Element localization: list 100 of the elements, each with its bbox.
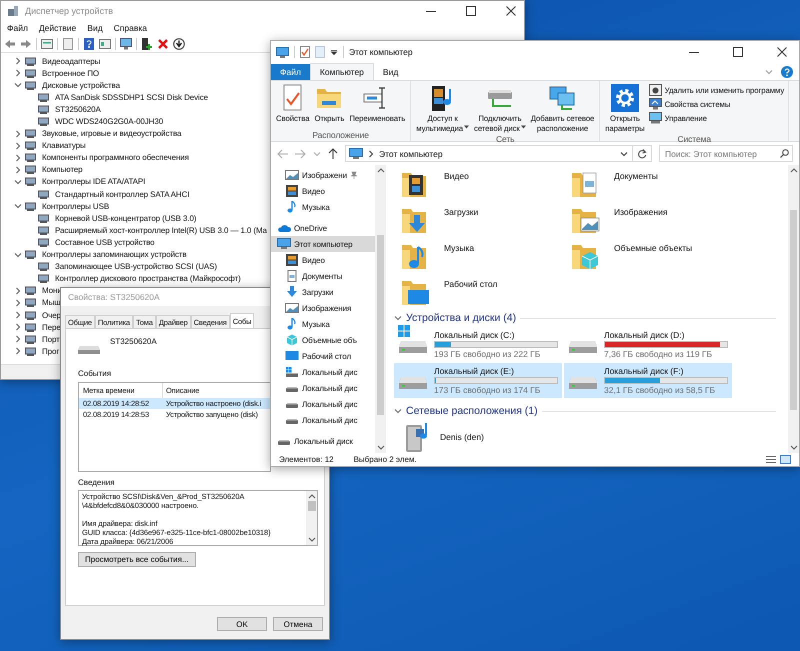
tree-item[interactable]: Контроллеры IDE ATA/ATAPI bbox=[42, 177, 146, 186]
dialog-button[interactable]: Отмена bbox=[273, 617, 323, 631]
delete-icon[interactable] bbox=[157, 38, 169, 50]
forward-arrow-icon[interactable] bbox=[20, 38, 32, 48]
collapse-ribbon-icon[interactable] bbox=[765, 68, 773, 76]
folder-item[interactable]: Видео bbox=[394, 167, 564, 203]
tree-item[interactable]: Очер bbox=[42, 310, 61, 320]
tree-chevron-icon[interactable] bbox=[14, 81, 22, 90]
folder-item[interactable]: Объемные объекты bbox=[564, 239, 734, 275]
tree-item[interactable]: WDC WDS240G2G0A-00JH30 bbox=[55, 117, 164, 126]
nav-item[interactable]: Локальный диск bbox=[271, 433, 375, 449]
scrollbar[interactable] bbox=[306, 491, 317, 545]
download-icon[interactable] bbox=[173, 38, 185, 50]
tree-item[interactable]: Клавиатуры bbox=[42, 141, 86, 150]
tree-item[interactable]: Контроллеры USB bbox=[42, 202, 110, 211]
tree-item[interactable]: Составное USB устройство bbox=[55, 238, 155, 247]
nav-item[interactable]: Объемные объ bbox=[271, 332, 375, 348]
scroll-up-icon[interactable] bbox=[790, 167, 798, 173]
nav-item[interactable]: Локальный дис bbox=[271, 412, 375, 428]
scrollbar[interactable] bbox=[375, 165, 386, 453]
tree-item[interactable]: Пере bbox=[42, 322, 61, 332]
network-location-item[interactable]: Denis (den) bbox=[394, 418, 788, 456]
tree-chevron-icon[interactable] bbox=[14, 154, 22, 162]
scroll-down-icon[interactable] bbox=[308, 537, 316, 543]
address-bar[interactable]: Этот компьютер bbox=[345, 145, 652, 162]
tree-chevron-icon[interactable] bbox=[14, 166, 22, 174]
folder-item[interactable]: Загрузки bbox=[394, 203, 564, 239]
pin-icon[interactable] bbox=[350, 171, 358, 179]
section-header[interactable]: Устройства и диски (4) bbox=[406, 312, 516, 324]
nav-item[interactable]: Изображени bbox=[271, 167, 375, 183]
tree-chevron-icon[interactable] bbox=[14, 250, 22, 259]
drive-item[interactable]: Локальный диск (D:) 7,36 ГБ свободно из 119 ГБ bbox=[564, 327, 732, 362]
view-all-events-button[interactable]: Просмотреть все события... bbox=[78, 552, 196, 567]
back-arrow-icon[interactable] bbox=[4, 38, 16, 48]
nav-item[interactable]: Музыка bbox=[271, 199, 375, 215]
close-icon[interactable] bbox=[777, 47, 787, 57]
page-icon[interactable] bbox=[62, 38, 74, 50]
nav-item[interactable]: OneDrive bbox=[271, 220, 375, 236]
scroll-up-icon[interactable] bbox=[376, 167, 384, 173]
scroll-up-icon[interactable] bbox=[308, 493, 316, 499]
ribbon-tab[interactable]: Вид bbox=[374, 64, 408, 80]
menu-item[interactable]: Справка bbox=[114, 23, 148, 33]
nav-item[interactable]: Локальный дис bbox=[271, 380, 375, 396]
nav-item[interactable]: Локальный дис bbox=[271, 364, 375, 380]
tree-chevron-icon[interactable] bbox=[14, 311, 22, 320]
help-icon[interactable] bbox=[83, 38, 95, 50]
up-arrow-icon[interactable] bbox=[328, 148, 338, 159]
section-collapse-icon[interactable] bbox=[394, 407, 402, 415]
tree-item[interactable]: Запоминающее USB-устройство SCSI (UAS) bbox=[55, 262, 217, 272]
tree-chevron-icon[interactable] bbox=[14, 286, 22, 295]
scroll-thumb[interactable] bbox=[790, 210, 797, 410]
tree-chevron-icon[interactable] bbox=[14, 202, 22, 210]
tree-chevron-icon[interactable] bbox=[14, 69, 22, 78]
help-icon[interactable] bbox=[781, 66, 793, 78]
scroll-thumb[interactable] bbox=[377, 235, 384, 415]
address-text[interactable]: Этот компьютер bbox=[379, 148, 443, 158]
nav-item[interactable]: Локальный дис bbox=[271, 396, 375, 412]
tree-item[interactable]: Компьютер bbox=[42, 165, 83, 174]
add-device-icon[interactable] bbox=[141, 38, 153, 50]
tree-item[interactable]: Контроллеры запоминающих устройств bbox=[42, 250, 187, 260]
nav-item[interactable]: Документы bbox=[271, 268, 375, 284]
tree-item[interactable]: Расширяемый хост-контроллер Intel(R) USB 3.0 — 1.0 (Ma bbox=[55, 226, 267, 235]
tree-chevron-icon[interactable] bbox=[14, 130, 22, 138]
maximize-icon[interactable] bbox=[733, 47, 743, 57]
nav-item[interactable]: Изображения bbox=[271, 300, 375, 316]
folder-item[interactable]: Изображения bbox=[564, 203, 734, 239]
nav-item[interactable]: Видео bbox=[271, 252, 375, 268]
dialog-button[interactable]: OK bbox=[217, 617, 267, 631]
search-field[interactable]: Поиск: Этот компьютер bbox=[659, 145, 793, 162]
nav-item[interactable]: Музыка bbox=[271, 316, 375, 332]
tree-item[interactable]: Корневой USB-концентратор (USB 3.0) bbox=[55, 214, 196, 223]
dropdown-icon[interactable] bbox=[330, 48, 338, 56]
nav-item[interactable]: Загрузки bbox=[271, 284, 375, 300]
nav-item[interactable]: Видео bbox=[271, 183, 375, 199]
tree-chevron-icon[interactable] bbox=[14, 178, 22, 186]
folder-item[interactable]: Документы bbox=[564, 167, 734, 203]
drive-item[interactable]: Локальный диск (F:) 32,1 ГБ свободно из 58,5 ГБ bbox=[564, 363, 732, 398]
tree-item[interactable]: Мыш bbox=[42, 298, 61, 308]
scroll-down-icon[interactable] bbox=[790, 445, 798, 451]
monitor-icon[interactable] bbox=[120, 38, 132, 50]
menu-item[interactable]: Файл bbox=[7, 23, 28, 33]
tree-item[interactable]: Дисковые устройства bbox=[42, 80, 120, 90]
nav-item[interactable]: Этот компьютер bbox=[271, 236, 375, 252]
tree-chevron-icon[interactable] bbox=[14, 323, 22, 332]
file-menu-button[interactable]: Файл bbox=[271, 64, 310, 80]
tree-item[interactable]: Контроллер дискового пространства (Майкрософт) bbox=[55, 274, 241, 284]
refresh-icon[interactable] bbox=[637, 148, 647, 158]
tree-item[interactable]: Порт bbox=[42, 334, 60, 344]
tree-item[interactable]: Прог bbox=[42, 346, 60, 356]
properties-check-icon[interactable] bbox=[300, 46, 310, 58]
scroll-thumb[interactable] bbox=[308, 501, 316, 511]
window-icon[interactable] bbox=[99, 38, 111, 50]
scroll-down-icon[interactable] bbox=[376, 445, 384, 451]
tree-item[interactable]: Видеоадаптеры bbox=[42, 56, 100, 66]
tree-item[interactable]: Компоненты программного обеспечения bbox=[42, 153, 189, 162]
properties-window-icon[interactable] bbox=[41, 38, 53, 50]
tree-chevron-icon[interactable] bbox=[14, 142, 22, 150]
tree-item[interactable]: Стандартный контроллер SATA AHCI bbox=[55, 190, 190, 199]
details-view-icon[interactable] bbox=[766, 455, 776, 464]
folder-item[interactable]: Музыка bbox=[394, 239, 564, 275]
